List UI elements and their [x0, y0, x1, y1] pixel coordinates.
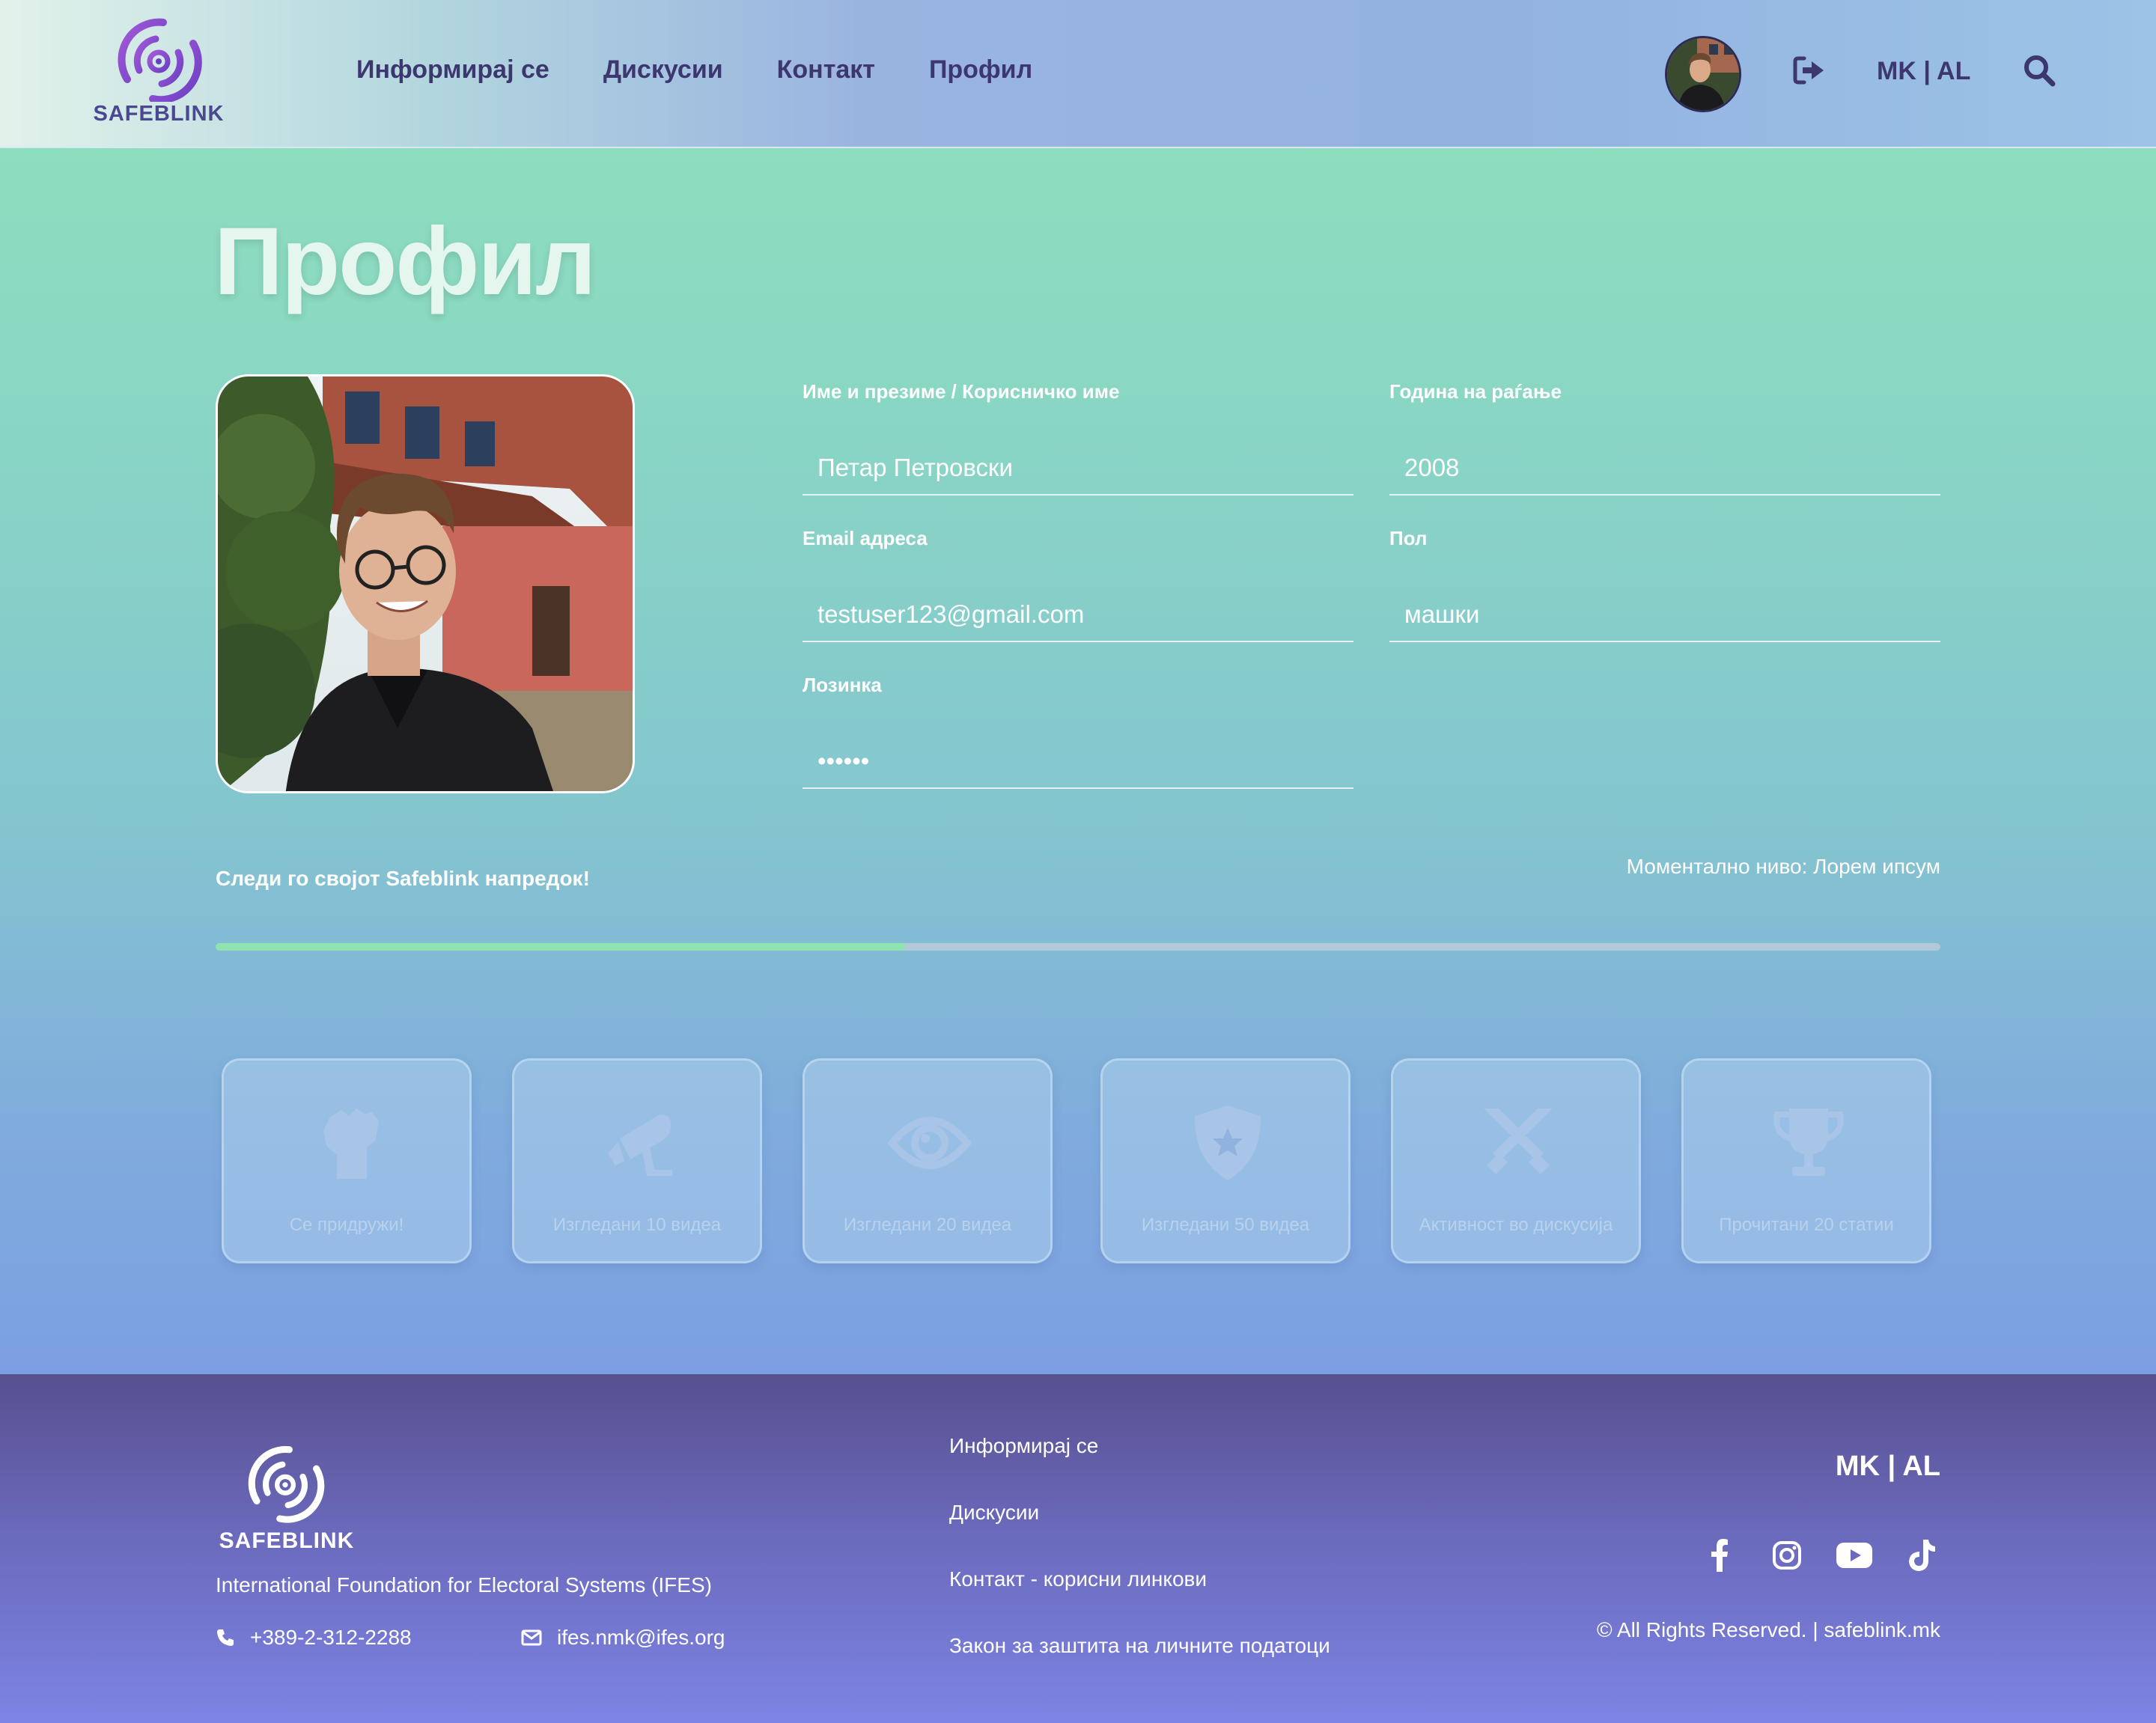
current-level: Моментално ниво: Лорем ипсум [1626, 855, 1940, 878]
site-footer: SAFEBLINK International Foundation for E… [0, 1374, 2156, 1723]
main-nav: Информирај се Дискусии Контакт Профил [356, 55, 1032, 85]
name-field: Име и презиме / Корисничко име [803, 380, 1353, 495]
badge-discussion-activity[interactable]: Активност во дискусија [1391, 1058, 1641, 1263]
badge-joined[interactable]: Се придружи! [222, 1058, 472, 1263]
badge-label: Се придружи! [289, 1215, 404, 1235]
search-icon[interactable] [2023, 54, 2056, 87]
gender-field: Пол [1389, 527, 1940, 642]
footer-link-privacy-law[interactable]: Закон за заштита на личните податоци [949, 1634, 1330, 1701]
progress-bar [216, 943, 1940, 951]
badge-20-articles[interactable]: Прочитани 20 статии [1681, 1058, 1931, 1263]
footer-email[interactable]: ifes.nmk@ifes.org [521, 1626, 725, 1650]
footer-link-discussions[interactable]: Дискусии [949, 1501, 1330, 1567]
badge-20-videos[interactable]: Изгледани 20 видеа [803, 1058, 1053, 1263]
badge-label: Изгледани 10 видеа [552, 1215, 722, 1235]
camera-icon [608, 1114, 672, 1176]
birth-year-input[interactable] [1389, 442, 1940, 495]
footer-org: International Foundation for Electoral S… [216, 1573, 712, 1597]
page-title: Профил [214, 208, 596, 315]
language-switch[interactable]: MK | AL [1877, 57, 1970, 86]
avatar-photo [1667, 38, 1739, 110]
phone-icon [217, 1629, 234, 1646]
profile-photo[interactable] [216, 374, 635, 793]
badge-10-videos[interactable]: Изгледани 10 видеа [512, 1058, 762, 1263]
user-avatar[interactable] [1665, 36, 1741, 112]
eye-icon [888, 1117, 972, 1169]
birth-year-field: Година на раѓање [1389, 380, 1940, 495]
crossed-swords-icon [1484, 1108, 1553, 1174]
youtube-icon[interactable] [1836, 1539, 1873, 1572]
badge-label: Активност во дискусија [1419, 1215, 1613, 1235]
logo-text: SAFEBLINK [93, 102, 225, 126]
password-field: Лозинка [803, 674, 1353, 789]
tiktok-icon[interactable] [1903, 1539, 1940, 1572]
mail-icon [521, 1629, 542, 1646]
footer-logo-text: SAFEBLINK [219, 1528, 355, 1553]
name-input[interactable] [803, 442, 1353, 495]
nav-item-profile[interactable]: Профил [929, 55, 1032, 85]
instagram-icon[interactable] [1768, 1539, 1806, 1572]
birth-year-label: Година на раѓање [1389, 380, 1562, 403]
name-label: Име и презиме / Корисничко име [803, 380, 1120, 403]
footer-copyright: © All Rights Reserved. | safeblink.mk [1597, 1618, 1940, 1641]
badge-50-videos[interactable]: Изгледани 50 видеа [1100, 1058, 1350, 1263]
footer-link-contact[interactable]: Контакт - корисни линкови [949, 1567, 1330, 1634]
logout-icon[interactable] [1792, 55, 1825, 85]
footer-email-text: ifes.nmk@ifes.org [557, 1626, 725, 1649]
shield-star-icon [1194, 1106, 1261, 1180]
footer-phone-text: +389-2-312-2288 [250, 1626, 412, 1649]
nav-item-contact[interactable]: Контакт [777, 55, 875, 85]
trophy-icon [1773, 1108, 1844, 1176]
footer-links: Информирај се Дискусии Контакт - корисни… [949, 1434, 1330, 1701]
safeblink-logo-icon [118, 18, 202, 104]
footer-social-links [1701, 1539, 1940, 1572]
header-logo[interactable]: SAFEBLINK [88, 18, 229, 133]
footer-link-inform[interactable]: Информирај се [949, 1434, 1330, 1501]
fist-icon [323, 1108, 379, 1179]
badge-label: Прочитани 20 статии [1719, 1215, 1894, 1235]
badge-label: Изгледани 50 видеа [1141, 1215, 1310, 1235]
password-input[interactable] [803, 735, 1353, 789]
nav-item-inform[interactable]: Информирај се [356, 55, 549, 85]
site-header: SAFEBLINK Информирај се Дискусии Контакт… [0, 0, 2156, 148]
facebook-icon[interactable] [1701, 1539, 1738, 1572]
nav-item-discussions[interactable]: Дискусии [603, 55, 723, 85]
safeblink-logo-icon [248, 1446, 325, 1523]
footer-logo[interactable]: SAFEBLINK [219, 1440, 353, 1553]
progress-label: Следи го својот Safeblink напредок! [216, 867, 590, 890]
progress-bar-fill [216, 943, 906, 951]
email-input[interactable] [803, 588, 1353, 642]
password-label: Лозинка [803, 674, 882, 696]
email-field: Email адреса [803, 527, 1353, 642]
footer-language-switch[interactable]: MK | AL [1836, 1451, 1940, 1483]
badge-label: Изгледани 20 видеа [843, 1215, 1012, 1235]
email-label: Email адреса [803, 527, 928, 549]
profile-photo-image [218, 376, 633, 791]
footer-phone[interactable]: +389-2-312-2288 [216, 1626, 412, 1650]
gender-input[interactable] [1389, 588, 1940, 642]
gender-label: Пол [1389, 527, 1428, 549]
